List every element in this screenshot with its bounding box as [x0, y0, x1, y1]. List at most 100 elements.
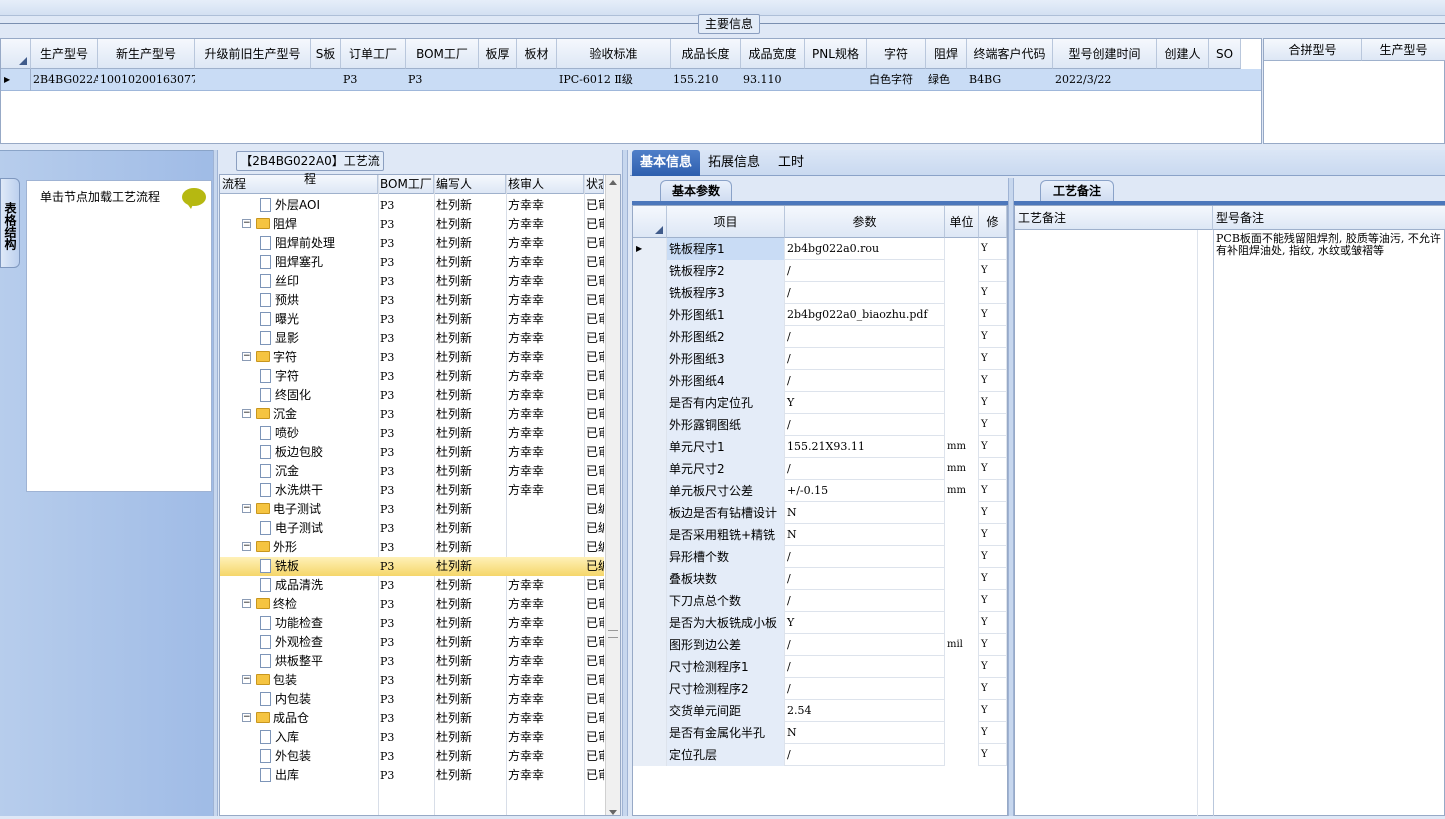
- main-cell-11[interactable]: [805, 69, 867, 91]
- merge-model-grid[interactable]: 合拼型号 生产型号: [1263, 38, 1445, 144]
- main-cell-9[interactable]: 155.210: [671, 69, 741, 91]
- tree-row[interactable]: − 电子测试 P3 杜列新 已编: [220, 500, 604, 519]
- tree-row[interactable]: − 沉金 P3 杜列新 方幸幸 已审: [220, 405, 604, 424]
- param-row[interactable]: 尺寸检测程序2/ Y: [633, 678, 1007, 700]
- main-cell-6[interactable]: [479, 69, 517, 91]
- tree-row[interactable]: − 字符 P3 杜列新 方幸幸 已审: [220, 348, 604, 367]
- main-cell-16[interactable]: [1157, 69, 1209, 91]
- remark-scrollbar[interactable]: [1197, 230, 1213, 816]
- load-process-hint[interactable]: 单击节点加载工艺流程: [40, 188, 160, 205]
- col-header-item[interactable]: 项目: [667, 206, 785, 238]
- tree-col-header-0[interactable]: 流程: [220, 175, 378, 194]
- tree-row[interactable]: − 成品仓 P3 杜列新 方幸幸 已审: [220, 709, 604, 728]
- main-info-grid[interactable]: ▶ 生产型号2B4BG022A0新生产型号10010200163077升级前旧生…: [0, 38, 1262, 144]
- collapse-icon[interactable]: −: [242, 713, 251, 722]
- tree-row[interactable]: 功能检查 P3 杜列新 方幸幸 已审: [220, 614, 604, 633]
- tree-row[interactable]: 电子测试 P3 杜列新 已编: [220, 519, 604, 538]
- param-row[interactable]: 单元尺寸1 155.21X93.11 mm Y: [633, 436, 1007, 458]
- main-cell-3[interactable]: [311, 69, 341, 91]
- scroll-grip-icon[interactable]: [608, 630, 618, 638]
- vertical-tab-structure[interactable]: 表格结构: [0, 178, 20, 268]
- param-row[interactable]: 单元尺寸2/mm Y: [633, 458, 1007, 480]
- subtab-basic-params[interactable]: 基本参数: [660, 180, 732, 202]
- tree-col-header-3[interactable]: 核审人: [506, 175, 584, 194]
- col-header-5[interactable]: BOM工厂: [406, 39, 479, 69]
- tree-row[interactable]: − 外形 P3 杜列新 已编: [220, 538, 604, 557]
- col-header-0[interactable]: 生产型号: [31, 39, 98, 69]
- tree-row[interactable]: 显影 P3 杜列新 方幸幸 已审: [220, 329, 604, 348]
- param-value[interactable]: /: [785, 458, 945, 480]
- tree-row[interactable]: 字符 P3 杜列新 方幸幸 已审: [220, 367, 604, 386]
- tree-row[interactable]: 预烘 P3 杜列新 方幸幸 已审: [220, 291, 604, 310]
- param-value[interactable]: /: [785, 370, 945, 392]
- col-header-2[interactable]: 升级前旧生产型号: [195, 39, 311, 69]
- param-value[interactable]: /: [785, 678, 945, 700]
- param-row[interactable]: 是否为大板铣成小板 Y Y: [633, 612, 1007, 634]
- param-value[interactable]: /: [785, 568, 945, 590]
- main-cell-15[interactable]: 2022/3/22: [1053, 69, 1157, 91]
- tree-row[interactable]: 阻焊塞孔 P3 杜列新 方幸幸 已审: [220, 253, 604, 272]
- param-row[interactable]: 叠板块数 / Y: [633, 568, 1007, 590]
- param-row[interactable]: 外形图纸3/ Y: [633, 348, 1007, 370]
- param-row[interactable]: 是否采用粗铣+精铣 N Y: [633, 524, 1007, 546]
- main-cell-1[interactable]: 10010200163077: [98, 69, 195, 91]
- col-header-production-model[interactable]: 生产型号: [1362, 39, 1445, 61]
- col-header-9[interactable]: 成品长度: [671, 39, 741, 69]
- main-cell-5[interactable]: P3: [406, 69, 479, 91]
- param-value[interactable]: 2.54: [785, 700, 945, 722]
- col-header-13[interactable]: 阻焊: [926, 39, 967, 69]
- col-header-12[interactable]: 字符: [867, 39, 926, 69]
- tree-row[interactable]: 水洗烘干 P3 杜列新 方幸幸 已审: [220, 481, 604, 500]
- param-row[interactable]: 图形到边公差 / mil Y: [633, 634, 1007, 656]
- param-row[interactable]: 是否有金属化半孔 N Y: [633, 722, 1007, 744]
- col-header-6[interactable]: 板厚: [479, 39, 517, 69]
- param-row[interactable]: 铣板程序3/ Y: [633, 282, 1007, 304]
- param-row[interactable]: 外形露铜图纸 / Y: [633, 414, 1007, 436]
- param-row[interactable]: 外形图纸1 2b4bg022a0_biaozhu.pdf Y: [633, 304, 1007, 326]
- main-cell-17[interactable]: [1209, 69, 1241, 91]
- col-header-17[interactable]: SO: [1209, 39, 1241, 69]
- tree-row[interactable]: − 终检 P3 杜列新 方幸幸 已审: [220, 595, 604, 614]
- col-header-15[interactable]: 型号创建时间: [1053, 39, 1157, 69]
- param-row[interactable]: 板边是否有钻槽设计 N Y: [633, 502, 1007, 524]
- param-value[interactable]: /: [785, 656, 945, 678]
- param-row[interactable]: 外形图纸2/ Y: [633, 326, 1007, 348]
- tree-row[interactable]: 外观检查 P3 杜列新 方幸幸 已审: [220, 633, 604, 652]
- main-cell-0[interactable]: 2B4BG022A0: [31, 69, 98, 91]
- tree-row[interactable]: 烘板整平 P3 杜列新 方幸幸 已审: [220, 652, 604, 671]
- tree-row[interactable]: 喷砂 P3 杜列新 方幸幸 已审: [220, 424, 604, 443]
- param-value[interactable]: 2b4bg022a0_biaozhu.pdf: [785, 304, 945, 326]
- tab-work-hours[interactable]: 工时: [770, 150, 812, 176]
- tree-row[interactable]: 终固化 P3 杜列新 方幸幸 已审: [220, 386, 604, 405]
- param-value[interactable]: 2b4bg022a0.rou: [785, 238, 945, 260]
- collapse-icon[interactable]: −: [242, 599, 251, 608]
- param-row[interactable]: 是否有内定位孔 Y Y: [633, 392, 1007, 414]
- param-row[interactable]: 单元板尺寸公差 +/-0.15 mm Y: [633, 480, 1007, 502]
- tab-extended-info[interactable]: 拓展信息: [700, 150, 768, 176]
- param-value[interactable]: /: [785, 282, 945, 304]
- tree-row[interactable]: 内包装 P3 杜列新 方幸幸 已审: [220, 690, 604, 709]
- col-header-model-remark[interactable]: 型号备注: [1213, 206, 1445, 230]
- col-header-param[interactable]: 参数: [785, 206, 945, 238]
- param-value[interactable]: N: [785, 502, 945, 524]
- param-row[interactable]: 下刀点总个数 / Y: [633, 590, 1007, 612]
- main-cell-14[interactable]: B4BG: [967, 69, 1053, 91]
- col-header-7[interactable]: 板材: [517, 39, 557, 69]
- main-cell-4[interactable]: P3: [341, 69, 406, 91]
- basic-params-grid[interactable]: 项目 参数 单位 修 ▶ 铣板程序1 2b4bg022a0.rou Y 铣板程序2/Y 铣…: [632, 205, 1008, 816]
- param-value[interactable]: /: [785, 590, 945, 612]
- tree-col-header-4[interactable]: 状态: [584, 175, 604, 194]
- tree-row[interactable]: 板边包胶 P3 杜列新 方幸幸 已审: [220, 443, 604, 462]
- col-header-4[interactable]: 订单工厂: [341, 39, 406, 69]
- process-tree-grid[interactable]: 流程BOM工厂编写人核审人状态外层AOIP3杜列新方幸幸已审−阻焊P3杜列新方幸…: [219, 174, 621, 816]
- collapse-icon[interactable]: −: [242, 675, 251, 684]
- col-header-8[interactable]: 验收标准: [557, 39, 671, 69]
- param-row[interactable]: 交货单元间距 2.54 Y: [633, 700, 1007, 722]
- subtab-process-remark[interactable]: 工艺备注: [1040, 180, 1114, 202]
- col-header-3[interactable]: S板: [311, 39, 341, 69]
- param-value[interactable]: N: [785, 722, 945, 744]
- col-header-14[interactable]: 终端客户代码: [967, 39, 1053, 69]
- param-value[interactable]: /: [785, 744, 945, 766]
- param-value[interactable]: /: [785, 634, 945, 656]
- tree-row[interactable]: 铣板 P3 杜列新 已编: [220, 557, 604, 576]
